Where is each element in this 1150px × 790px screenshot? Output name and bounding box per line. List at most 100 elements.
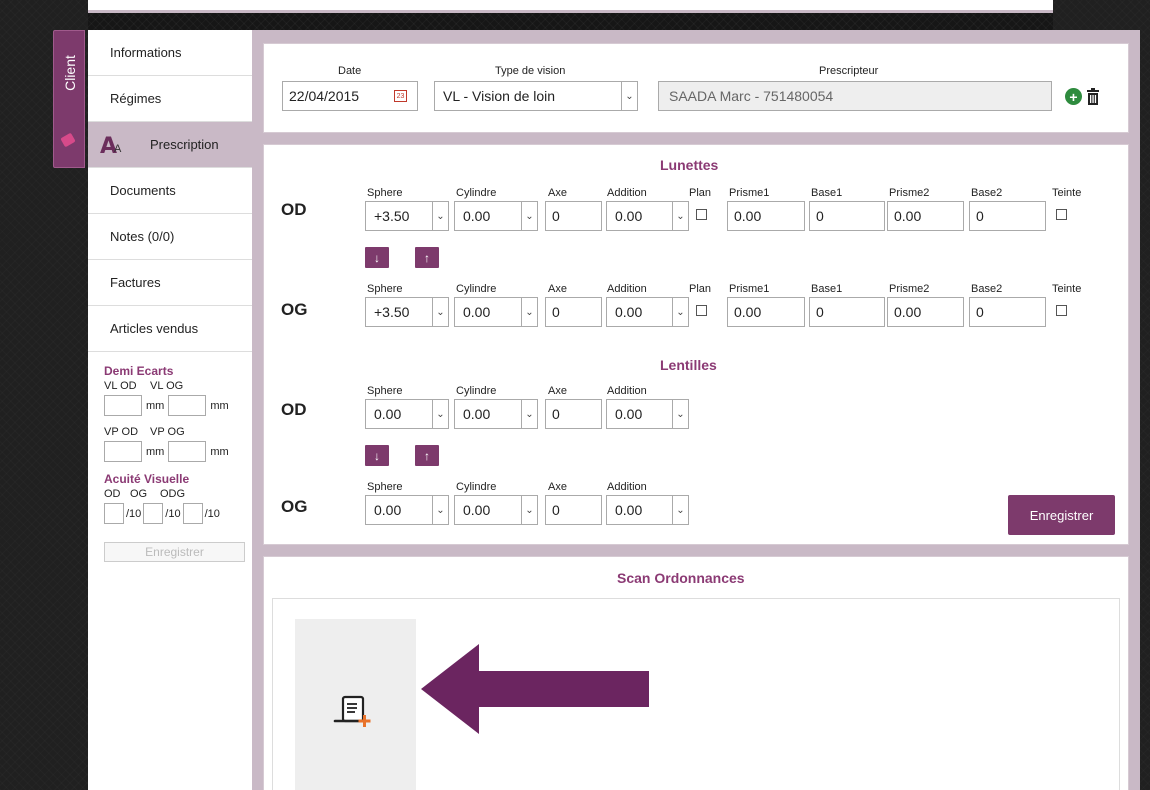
sphere-label: Sphere	[367, 385, 403, 397]
vl-od-input[interactable]	[104, 395, 142, 416]
lentilles-od-axe-input[interactable]: 0	[545, 399, 602, 429]
sidebar-item-label: Régimes	[110, 91, 162, 106]
demi-ecarts-section: Demi Ecarts VL OD VL OG mm mm VP OD VP O…	[88, 352, 252, 462]
sidebar-item-informations[interactable]: Informations	[88, 30, 252, 76]
copy-down-button[interactable]: ↓	[365, 445, 389, 466]
add-document-icon	[333, 695, 371, 727]
unit-label: /10	[126, 507, 142, 520]
lentilles-od-sphere-select[interactable]: 0.00 ⌄	[365, 399, 449, 429]
lunettes-og-prisme1-input[interactable]: 0.00	[727, 297, 805, 327]
lentilles-og-axe-input[interactable]: 0	[545, 495, 602, 525]
addition-label: Addition	[607, 283, 647, 295]
calendar-icon[interactable]: 23	[394, 90, 407, 102]
vp-od-label: VP OD	[104, 426, 139, 438]
lunettes-od-plan-checkbox[interactable]	[696, 209, 707, 220]
lunettes-od-prisme1-input[interactable]: 0.00	[727, 201, 805, 231]
addition-label: Addition	[607, 385, 647, 397]
prescription-values-panel: Lunettes OD Sphere Cylindre Axe Addition…	[263, 144, 1129, 545]
type-select[interactable]: VL - Vision de loin ⌄	[434, 81, 638, 111]
lentilles-title: Lentilles	[660, 357, 717, 373]
lunettes-og-teinte-checkbox[interactable]	[1056, 305, 1067, 316]
lunettes-og-base2-input[interactable]: 0	[969, 297, 1046, 327]
lunettes-og-sphere-select[interactable]: +3.50 ⌄	[365, 297, 449, 327]
save-button[interactable]: Enregistrer	[1008, 495, 1115, 535]
lunettes-od-base1-input[interactable]: 0	[809, 201, 885, 231]
cylindre-label: Cylindre	[456, 481, 497, 493]
sidebar-item-prescription[interactable]: AA Prescription	[88, 122, 252, 168]
lentilles-og-addition-select[interactable]: 0.00 ⌄	[606, 495, 689, 525]
copy-up-button[interactable]: ↑	[415, 247, 439, 268]
trash-icon[interactable]	[1087, 88, 1099, 105]
lentilles-og-sphere-select[interactable]: 0.00 ⌄	[365, 495, 449, 525]
sidebar-item-documents[interactable]: Documents	[88, 168, 252, 214]
lunettes-od-sphere-select[interactable]: +3.50 ⌄	[365, 201, 449, 231]
vl-od-label: VL OD	[104, 380, 137, 392]
scan-title: Scan Ordonnances	[617, 570, 745, 586]
plan-label: Plan	[689, 283, 712, 295]
lunettes-od-base2-input[interactable]: 0	[969, 201, 1046, 231]
lunettes-og-base1-input[interactable]: 0	[809, 297, 885, 327]
sidebar-save-button[interactable]: Enregistrer	[104, 542, 245, 562]
acuite-section: Acuité Visuelle OD OG ODG /10 /10 /10	[88, 462, 252, 524]
prescription-header-panel: Date 22/04/2015 23 Type de vision VL - V…	[263, 43, 1129, 133]
chevron-down-icon: ⌄	[672, 202, 688, 230]
sidebar-item-articles-vendus[interactable]: Articles vendus	[88, 306, 252, 352]
vl-og-input[interactable]	[168, 395, 207, 416]
lentilles-og-cylindre-select[interactable]: 0.00 ⌄	[454, 495, 538, 525]
chevron-down-icon: ⌄	[432, 496, 448, 524]
client-tab[interactable]: Client	[53, 30, 85, 168]
scan-dropzone	[272, 598, 1120, 790]
sidebar-item-regimes[interactable]: Régimes	[88, 76, 252, 122]
copy-down-button[interactable]: ↓	[365, 247, 389, 268]
prisme1-label: Prisme1	[729, 283, 770, 295]
lunettes-od-addition-select[interactable]: 0.00 ⌄	[606, 201, 689, 231]
sidebar: Informations Régimes AA Prescription Doc…	[88, 30, 252, 790]
prisme1-label: Prisme1	[729, 187, 770, 199]
acuite-od-label: OD	[104, 488, 121, 500]
acuite-odg-input[interactable]	[182, 503, 203, 524]
lunettes-og-cylindre-select[interactable]: 0.00 ⌄	[454, 297, 538, 327]
sidebar-item-label: Articles vendus	[110, 321, 199, 336]
unit-label: mm	[210, 445, 229, 458]
lunettes-od-label: OD	[281, 200, 307, 219]
copy-up-button[interactable]: ↑	[415, 445, 439, 466]
acuite-og-input[interactable]	[143, 503, 164, 524]
lentilles-od-addition-select[interactable]: 0.00 ⌄	[606, 399, 689, 429]
lunettes-title: Lunettes	[660, 157, 719, 173]
prescripteur-field[interactable]: SAADA Marc - 751480054	[658, 81, 1052, 111]
vp-og-label: VP OG	[150, 426, 185, 438]
add-scan-tile[interactable]	[295, 619, 416, 790]
base1-label: Base1	[811, 187, 843, 199]
lentilles-og-label: OG	[281, 497, 308, 516]
client-tab-label: Client	[62, 55, 78, 91]
vp-od-input[interactable]	[104, 441, 142, 462]
unit-label: mm	[210, 399, 229, 412]
add-prescripteur-icon[interactable]: +	[1065, 88, 1082, 105]
vp-og-input[interactable]	[168, 441, 207, 462]
lunettes-og-axe-input[interactable]: 0	[545, 297, 602, 327]
unit-label: /10	[165, 507, 181, 520]
lunettes-og-addition-select[interactable]: 0.00 ⌄	[606, 297, 689, 327]
date-field[interactable]: 22/04/2015 23	[282, 81, 418, 111]
sidebar-item-factures[interactable]: Factures	[88, 260, 252, 306]
sidebar-item-label: Prescription	[150, 137, 219, 152]
lunettes-og-plan-checkbox[interactable]	[696, 305, 707, 316]
lunettes-od-prisme2-input[interactable]: 0.00	[887, 201, 964, 231]
unit-label: mm	[146, 445, 165, 458]
acuite-od-input[interactable]	[104, 503, 124, 524]
lunettes-og-prisme2-input[interactable]: 0.00	[887, 297, 964, 327]
lentilles-od-cylindre-select[interactable]: 0.00 ⌄	[454, 399, 538, 429]
main-content: Date 22/04/2015 23 Type de vision VL - V…	[252, 30, 1140, 790]
base2-label: Base2	[971, 187, 1003, 199]
addition-label: Addition	[607, 481, 647, 493]
sidebar-item-notes[interactable]: Notes (0/0)	[88, 214, 252, 260]
lunettes-od-cylindre-select[interactable]: 0.00 ⌄	[454, 201, 538, 231]
chevron-down-icon: ⌄	[672, 298, 688, 326]
lunettes-og-label: OG	[281, 300, 308, 319]
sidebar-item-label: Documents	[110, 183, 176, 198]
addition-label: Addition	[607, 187, 647, 199]
lunettes-od-teinte-checkbox[interactable]	[1056, 209, 1067, 220]
axe-label: Axe	[548, 385, 567, 397]
lunettes-od-axe-input[interactable]: 0	[545, 201, 602, 231]
teinte-label: Teinte	[1052, 283, 1082, 295]
